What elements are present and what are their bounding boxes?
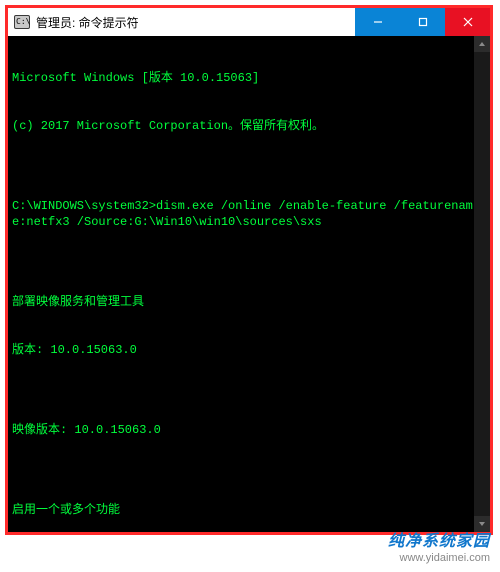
watermark: 纯净系统家园 www.yidaimei.com (388, 534, 490, 566)
chevron-down-icon (478, 520, 486, 528)
prompt-prefix: C:\WINDOWS\system32> (12, 199, 156, 213)
watermark-url: www.yidaimei.com (388, 550, 490, 566)
maximize-icon (418, 17, 428, 27)
watermark-title: 纯净系统家园 (388, 534, 490, 550)
scroll-up-button[interactable] (474, 36, 490, 52)
terminal-line: 映像版本: 10.0.15063.0 (12, 422, 486, 438)
terminal-line: 版本: 10.0.15063.0 (12, 342, 486, 358)
terminal-area[interactable]: Microsoft Windows [版本 10.0.15063] (c) 20… (8, 36, 490, 532)
terminal-line: 启用一个或多个功能 (12, 502, 486, 518)
maximize-button[interactable] (400, 8, 445, 36)
cmd-icon: C:\ (14, 15, 30, 29)
close-icon (463, 17, 473, 27)
vertical-scrollbar[interactable] (474, 36, 490, 532)
titlebar[interactable]: C:\ 管理员: 命令提示符 (8, 8, 490, 36)
scroll-down-button[interactable] (474, 516, 490, 532)
scroll-track[interactable] (474, 52, 490, 516)
terminal-line: C:\WINDOWS\system32>dism.exe /online /en… (12, 198, 486, 230)
terminal-line: (c) 2017 Microsoft Corporation。保留所有权利。 (12, 118, 486, 134)
terminal-line: Microsoft Windows [版本 10.0.15063] (12, 70, 486, 86)
window-title: 管理员: 命令提示符 (36, 14, 139, 31)
chevron-up-icon (478, 40, 486, 48)
close-button[interactable] (445, 8, 490, 36)
cmd-window: C:\ 管理员: 命令提示符 Microsoft Windows [版本 10.… (5, 5, 493, 535)
terminal-line: 部署映像服务和管理工具 (12, 294, 486, 310)
minimize-button[interactable] (355, 8, 400, 36)
minimize-icon (373, 17, 383, 27)
